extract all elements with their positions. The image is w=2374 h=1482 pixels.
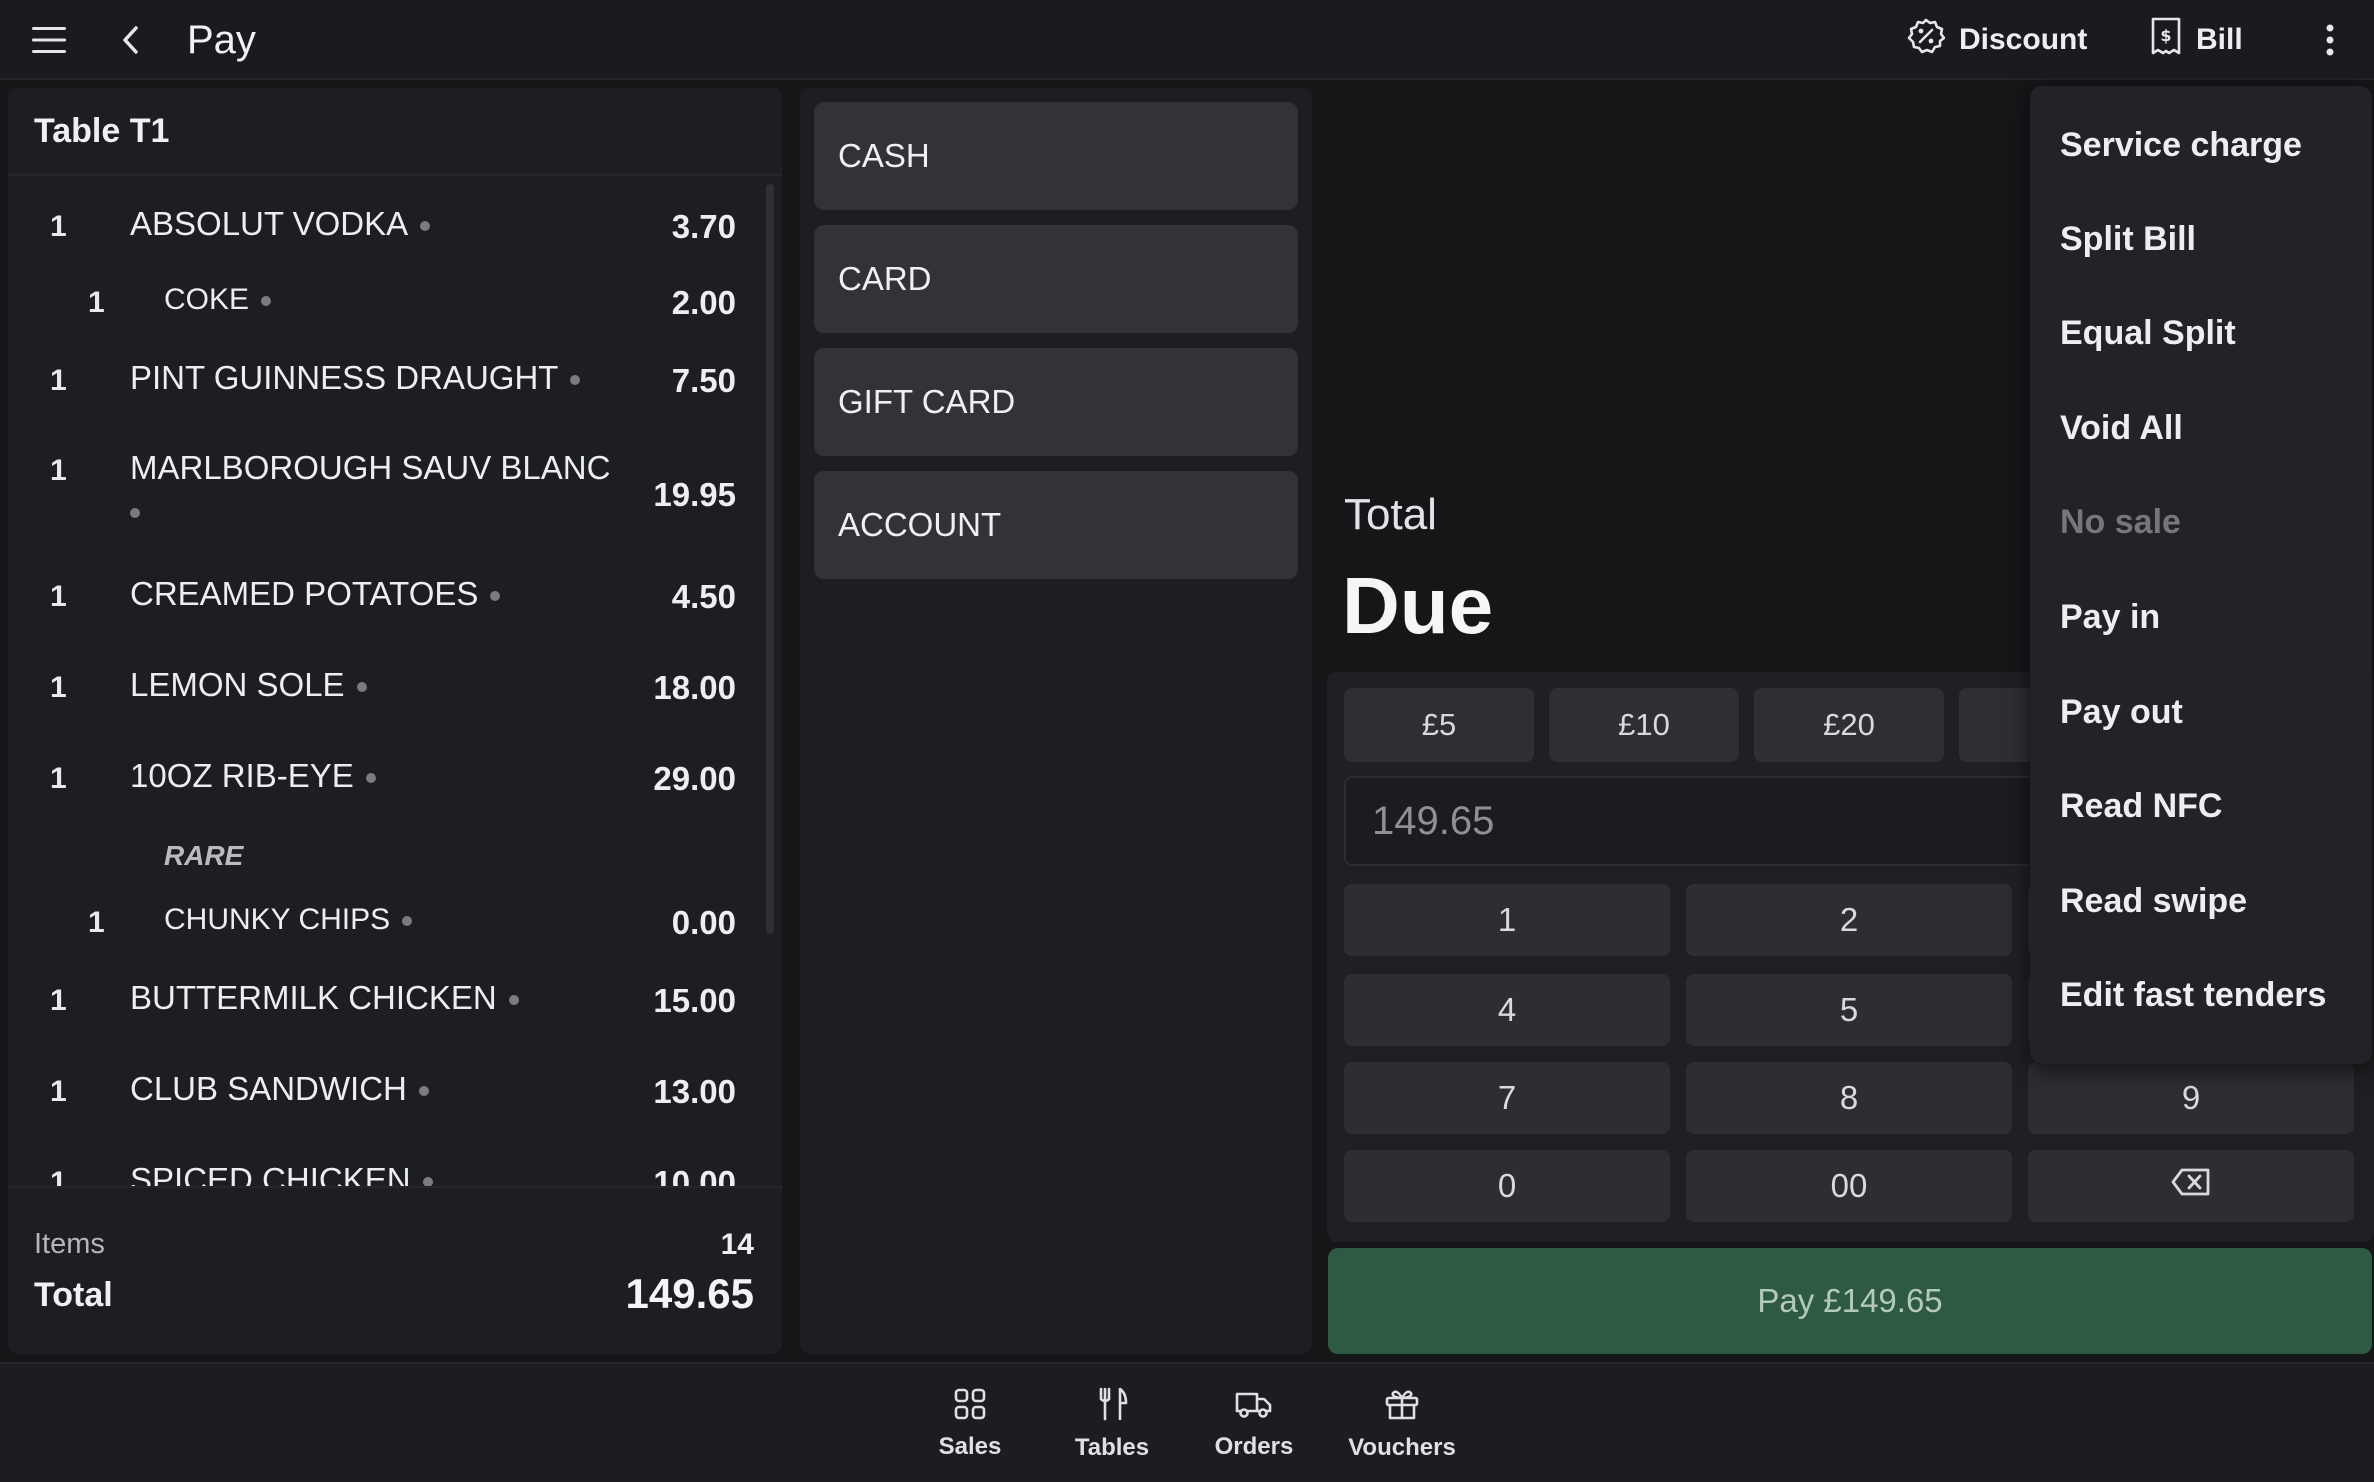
back-icon[interactable]: [110, 0, 150, 80]
cutlery-icon: [1096, 1387, 1128, 1428]
status-dot: [570, 375, 581, 386]
order-panel: Table T1 1 ABSOLUT VODKA 3.70 1 COKE 2.0…: [8, 88, 782, 1354]
fast-tender-10-button[interactable]: £10: [1549, 688, 1739, 762]
total-due-label: Total: [1344, 490, 1437, 539]
menu-item-pay-in[interactable]: Pay in: [2060, 598, 2160, 637]
nav-sales[interactable]: Sales: [922, 1364, 1018, 1482]
bottom-navigation: Sales Tables Orders Vouchers: [0, 1362, 2374, 1482]
items-label: Items: [34, 1228, 105, 1260]
menu-item-pay-out[interactable]: Pay out: [2060, 693, 2183, 732]
tender-card-button[interactable]: CARD: [814, 225, 1298, 333]
grid-icon: [954, 1388, 986, 1427]
menu-item-equal-split[interactable]: Equal Split: [2060, 314, 2236, 353]
key-9[interactable]: 9: [2028, 1062, 2354, 1134]
order-items-list[interactable]: 1 ABSOLUT VODKA 3.70 1 COKE 2.00 1 PINT …: [8, 178, 782, 1274]
nav-orders[interactable]: Orders: [1204, 1364, 1304, 1482]
menu-item-read-swipe[interactable]: Read swipe: [2060, 882, 2247, 921]
status-dot: [490, 591, 501, 602]
key-2[interactable]: 2: [1686, 884, 2012, 956]
key-1[interactable]: 1: [1344, 884, 1670, 956]
overflow-menu: Service charge Split Bill Equal Split Vo…: [2030, 86, 2372, 1064]
status-dot: [420, 221, 431, 232]
total-due-value: Due: [1342, 561, 1494, 650]
menu-item-service-charge[interactable]: Service charge: [2060, 126, 2302, 165]
gift-icon: [1385, 1387, 1419, 1428]
page-title: Pay: [187, 18, 256, 62]
table-title: Table T1: [8, 88, 782, 176]
key-00[interactable]: 00: [1686, 1150, 2012, 1222]
bill-label: Bill: [2196, 23, 2243, 56]
menu-item-no-sale: No sale: [2060, 503, 2181, 541]
key-5[interactable]: 5: [1686, 974, 2012, 1046]
menu-item-split-bill[interactable]: Split Bill: [2060, 220, 2196, 259]
tender-panel: CASH CARD GIFT CARD ACCOUNT: [800, 88, 1312, 1354]
svg-text:$: $: [2160, 26, 2171, 45]
discount-button[interactable]: Discount: [1907, 0, 2087, 80]
tender-gift-card-button[interactable]: GIFT CARD: [814, 348, 1298, 456]
menu-item-read-nfc[interactable]: Read NFC: [2060, 787, 2222, 826]
menu-icon[interactable]: [26, 0, 72, 80]
more-vertical-icon[interactable]: [2310, 0, 2350, 80]
status-dot: [365, 773, 376, 784]
status-dot: [402, 916, 413, 927]
discount-icon: [1907, 17, 1946, 63]
item-modifier: RARE: [164, 840, 244, 871]
key-0[interactable]: 0: [1344, 1150, 1670, 1222]
status-dot: [261, 296, 272, 307]
key-7[interactable]: 7: [1344, 1062, 1670, 1134]
tender-cash-button[interactable]: CASH: [814, 102, 1298, 210]
fast-tender-20-button[interactable]: £20: [1754, 688, 1944, 762]
status-dot: [356, 682, 367, 693]
nav-tables[interactable]: Tables: [1062, 1364, 1162, 1482]
total-value: 149.65: [625, 1270, 754, 1317]
backspace-icon: [2170, 1167, 2212, 1205]
fast-tender-5-button[interactable]: £5: [1344, 688, 1534, 762]
menu-item-void-all[interactable]: Void All: [2060, 409, 2183, 448]
discount-label: Discount: [1959, 23, 2088, 56]
receipt-icon: $: [2150, 16, 2182, 64]
status-dot: [418, 1086, 429, 1097]
delivery-truck-icon: [1235, 1388, 1273, 1427]
key-4[interactable]: 4: [1344, 974, 1670, 1046]
menu-item-edit-fast-tenders[interactable]: Edit fast tenders: [2060, 976, 2326, 1015]
bill-button[interactable]: $ Bill: [2150, 0, 2243, 80]
order-summary: Items 14 Total 149.65: [8, 1186, 782, 1354]
nav-vouchers[interactable]: Vouchers: [1340, 1364, 1464, 1482]
backspace-button[interactable]: [2028, 1150, 2354, 1222]
total-label: Total: [34, 1276, 113, 1314]
top-app-bar: Pay Discount $ Bill: [0, 0, 2374, 80]
status-dot: [130, 508, 140, 518]
items-count: 14: [720, 1228, 754, 1261]
order-scrollbar[interactable]: [766, 184, 774, 934]
pay-button[interactable]: Pay £149.65: [1328, 1248, 2372, 1354]
status-dot: [508, 995, 519, 1006]
key-8[interactable]: 8: [1686, 1062, 2012, 1134]
tender-account-button[interactable]: ACCOUNT: [814, 471, 1298, 579]
